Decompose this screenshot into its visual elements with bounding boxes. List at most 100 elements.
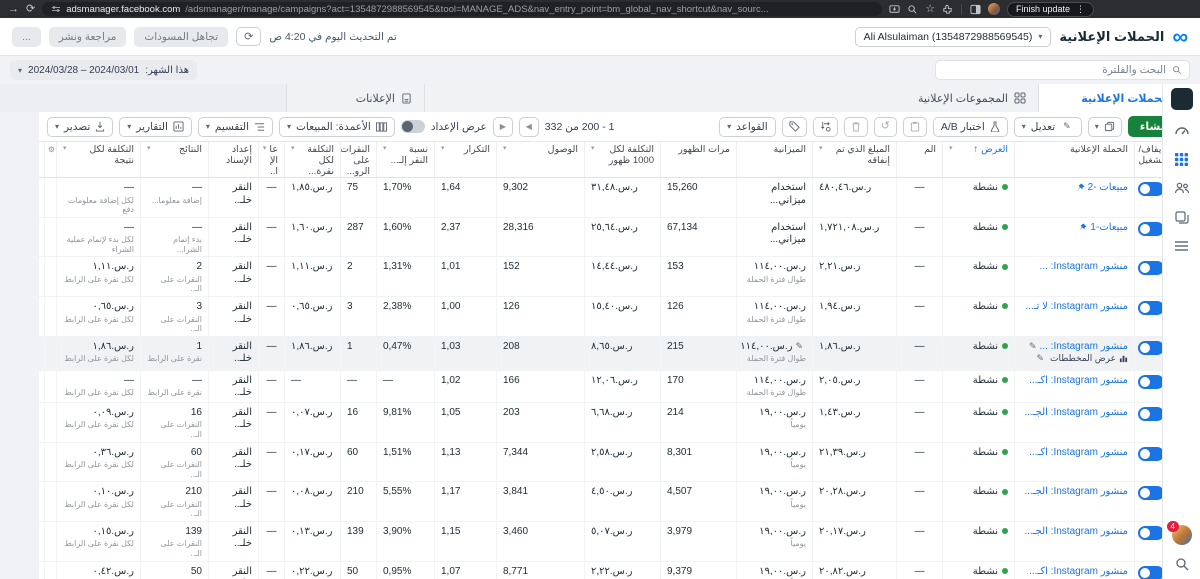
review-publish-button[interactable]: مراجعة ونشر: [49, 27, 127, 47]
more-button[interactable]: ...: [12, 27, 41, 47]
campaign-name-link[interactable]: مبيعات-1: [1090, 222, 1128, 233]
duplicate-button[interactable]: ▾: [1088, 117, 1122, 137]
campaign-name-link[interactable]: منشور Instagram: اكـ...: [1029, 375, 1128, 386]
rail-search-icon[interactable]: [1173, 555, 1191, 573]
performance-gauge-icon[interactable]: [1173, 121, 1191, 139]
view-setup-toggle[interactable]: [401, 120, 425, 133]
campaign-name-link[interactable]: منشور Instagram: الجـ...: [1024, 407, 1128, 418]
campaign-on-toggle[interactable]: [1138, 447, 1164, 461]
campaign-name-link[interactable]: منشور Instagram: ...: [1040, 341, 1128, 352]
clipboard-button[interactable]: [903, 117, 927, 137]
column-header-status[interactable]: العرض↑▾: [942, 142, 1014, 177]
delete-button[interactable]: [844, 117, 868, 137]
campaign-on-toggle[interactable]: [1138, 486, 1164, 500]
edit-pencil-icon[interactable]: ✎: [795, 341, 803, 351]
tab-ad-sets[interactable]: المجموعات الإعلانية: [424, 84, 1038, 112]
campaign-on-toggle[interactable]: [1138, 301, 1164, 315]
campaign-name-link[interactable]: منشور Instagram: ...: [1040, 261, 1128, 272]
undo-button[interactable]: ↺: [874, 117, 897, 137]
column-header-ctr[interactable]: نسبة النقر إلـ...▾: [376, 142, 434, 177]
column-header-gear[interactable]: ⚙: [44, 142, 56, 177]
column-header-budget[interactable]: الميزانية: [736, 142, 812, 177]
column-header-cost[interactable]: التكلفة لكل نتيجة▾: [56, 142, 140, 177]
prev-page-button[interactable]: ◀: [519, 117, 539, 137]
edit-pencil-icon[interactable]: ✎: [1029, 341, 1037, 351]
campaign-on-toggle[interactable]: [1138, 407, 1164, 421]
forward-icon[interactable]: →: [8, 4, 19, 15]
assets-layers-icon[interactable]: [1173, 208, 1191, 226]
discard-drafts-button[interactable]: تجاهل المسودات: [134, 27, 228, 47]
updates-avatar[interactable]: 4: [1172, 525, 1192, 545]
campaign-name-link[interactable]: منشور Instagram: اكـ...: [1029, 447, 1128, 458]
column-header-impressions[interactable]: مرات الظهور: [660, 142, 736, 177]
finish-update-button[interactable]: Finish update⋮: [1007, 2, 1094, 17]
column-header-reach[interactable]: الوصول▾: [496, 142, 584, 177]
campaign-name-link[interactable]: منشور Instagram: الجـ...: [1024, 486, 1128, 497]
column-header-clicks[interactable]: النقرات على الرو...▾: [340, 142, 376, 177]
campaign-on-toggle[interactable]: [1138, 261, 1164, 275]
campaign-name-link[interactable]: منشور Instagram: اكـ...: [1029, 566, 1128, 577]
chevron-down-icon[interactable]: ▾: [263, 145, 267, 153]
split-screen-icon[interactable]: [970, 4, 981, 15]
campaign-name-link[interactable]: مبيعات -2: [1088, 182, 1128, 193]
chevron-down-icon[interactable]: ▾: [291, 145, 295, 153]
campaign-name-link[interactable]: منشور Instagram: الجـ...: [1024, 526, 1128, 537]
date-range-picker[interactable]: هذا الشهر: 2024/03/28 – 2024/03/01 ▾: [10, 60, 197, 80]
bookmark-star-icon[interactable]: ☆: [925, 4, 935, 15]
rules-button[interactable]: القواعد ▾: [719, 117, 776, 137]
tag-button[interactable]: [782, 117, 807, 137]
chevron-down-icon[interactable]: ▾: [383, 145, 387, 153]
edit-button[interactable]: ✎ تعديل ▾: [1014, 117, 1082, 137]
campaigns-grid-icon[interactable]: [1173, 150, 1191, 168]
next-page-button[interactable]: ▶: [493, 117, 513, 137]
reports-button[interactable]: التقارير ▾: [119, 117, 192, 137]
campaign-on-toggle[interactable]: [1138, 566, 1164, 579]
view-charts-link[interactable]: عرض المخططات✎: [1034, 353, 1129, 364]
column-header-bid[interactable]: الم: [896, 142, 942, 177]
reload-icon[interactable]: ⟳: [26, 4, 35, 15]
column-header-roas[interactable]: عا الإ ا..▾: [258, 142, 284, 177]
install-icon[interactable]: [889, 4, 900, 15]
search-lens-icon[interactable]: [907, 4, 918, 15]
menu-lines-icon[interactable]: [1173, 237, 1191, 255]
column-header-results[interactable]: النتائج▾: [140, 142, 208, 177]
column-header-cpm[interactable]: التكلفة لكل 1000 ظهور▾: [584, 142, 660, 177]
column-header-cpc[interactable]: التكلفة لكل نقرة...▾: [284, 142, 340, 177]
column-header-name[interactable]: الحملة الإعلانية: [1014, 142, 1134, 177]
edit-pencil-icon[interactable]: ✎: [1037, 353, 1045, 364]
site-info-icon[interactable]: [51, 4, 61, 14]
campaign-on-toggle[interactable]: [1138, 341, 1164, 355]
campaign-name-link[interactable]: منشور Instagram: لا تـ...: [1025, 301, 1128, 312]
breakdown-button[interactable]: التقسيم ▾: [198, 117, 273, 137]
campaign-on-toggle[interactable]: [1138, 375, 1164, 389]
chevron-down-icon[interactable]: ▾: [591, 145, 595, 153]
column-header-freq[interactable]: التكرار▾: [434, 142, 496, 177]
chevron-down-icon[interactable]: ▾: [503, 145, 507, 153]
search-input[interactable]: البحث والفلترة: [935, 60, 1190, 80]
refresh-button[interactable]: ⟳: [236, 27, 261, 46]
chevron-down-icon[interactable]: ▾: [63, 145, 67, 153]
business-tile-button[interactable]: [1171, 88, 1193, 110]
extensions-icon[interactable]: [942, 4, 953, 15]
column-header-attribution[interactable]: إعداد الإسناد: [208, 142, 258, 177]
audiences-people-icon[interactable]: [1173, 179, 1191, 197]
chevron-down-icon[interactable]: ▾: [441, 145, 445, 153]
account-selector[interactable]: Ali Alsulaiman (1354872988569545) ▾: [855, 27, 1052, 47]
column-settings-gear-icon[interactable]: ⚙: [48, 145, 55, 154]
address-bar[interactable]: adsmanager.facebook.com/adsmanager/manag…: [42, 2, 882, 16]
chevron-down-icon[interactable]: ▾: [819, 145, 823, 153]
profile-avatar[interactable]: [988, 3, 1000, 15]
browser-menu-icon[interactable]: ⋮: [1076, 4, 1085, 15]
chevron-down-icon[interactable]: ▾: [949, 145, 953, 153]
tab-ads[interactable]: الإعلانات: [286, 84, 424, 112]
campaign-on-toggle[interactable]: [1138, 182, 1164, 196]
meta-logo-icon[interactable]: ∞: [1172, 26, 1188, 48]
campaign-on-toggle[interactable]: [1138, 526, 1164, 540]
pin-button[interactable]: [813, 117, 838, 137]
export-button[interactable]: تصدير ▾: [47, 117, 113, 137]
ab-test-button[interactable]: اختبار A/B: [933, 117, 1008, 137]
column-header-spent[interactable]: المبلغ الذي تم إنفاقه▾: [812, 142, 896, 177]
campaign-on-toggle[interactable]: [1138, 222, 1164, 236]
chevron-down-icon[interactable]: ▾: [147, 145, 151, 153]
columns-button[interactable]: الأعمدة: المبيعات ▾: [279, 117, 395, 137]
